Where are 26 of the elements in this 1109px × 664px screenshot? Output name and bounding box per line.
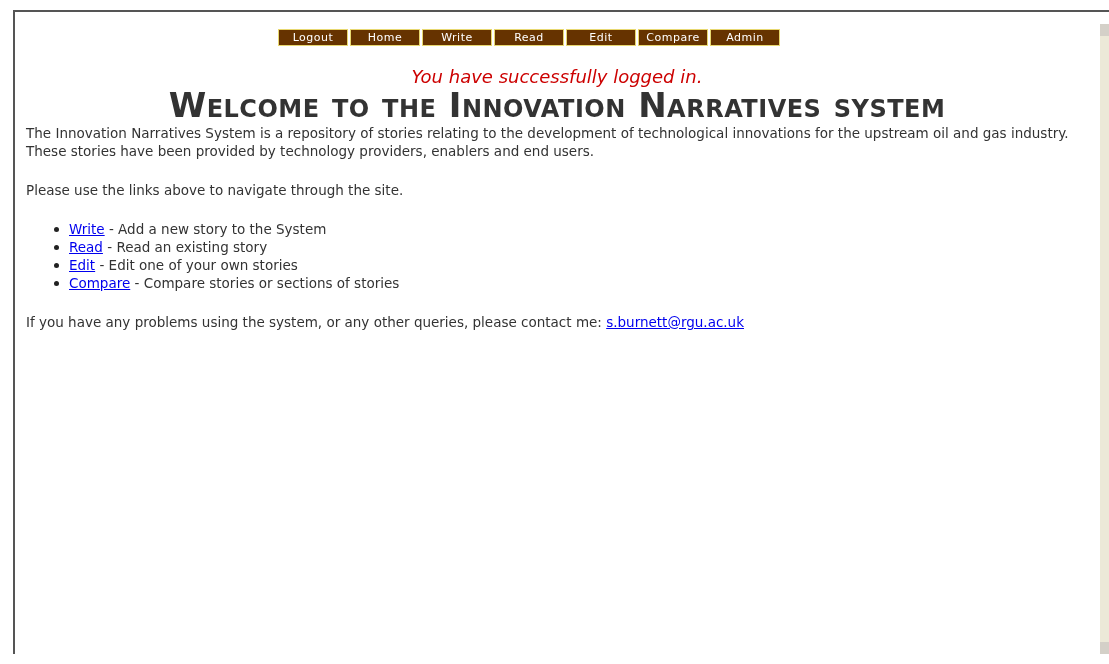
- intro-paragraph: The Innovation Narratives System is a repository of stories relating to the development of technological innovations for the upstream oil and gas industry. These stories have been provided by technology providers, enablers and end users.: [26, 124, 1070, 160]
- bullet-icon: [54, 244, 59, 250]
- instruction-text: Please use the links above to navigate through the site.: [26, 181, 405, 199]
- list-item: Write - Add a new story to the System: [69, 220, 327, 238]
- nav-button[interactable]: Admin: [710, 29, 780, 46]
- page-link[interactable]: Read: [69, 239, 103, 255]
- list-item: Edit - Edit one of your own stories: [69, 256, 298, 274]
- page-link[interactable]: Write: [69, 221, 105, 237]
- email-link[interactable]: s.burnett@rgu.ac.uk: [606, 314, 744, 330]
- nav-button[interactable]: Compare: [638, 29, 708, 46]
- bullet-icon: [54, 226, 59, 232]
- nav-button[interactable]: Logout: [278, 29, 348, 46]
- nav-button[interactable]: Read: [494, 29, 564, 46]
- scrollbar[interactable]: [1100, 24, 1109, 654]
- nav-button[interactable]: Home: [350, 29, 420, 46]
- bullet-icon: [54, 262, 59, 268]
- nav-button[interactable]: Write: [422, 29, 492, 46]
- success-message: You have successfully logged in.: [410, 68, 704, 86]
- page-link[interactable]: Edit: [69, 257, 96, 273]
- list-item: Compare - Compare stories or sections of stories: [69, 274, 400, 292]
- page-heading: Welcome to the Innovation Narratives system: [167, 86, 947, 124]
- nav-button[interactable]: Edit: [566, 29, 636, 46]
- bullet-icon: [54, 280, 59, 286]
- page-link[interactable]: Compare: [69, 275, 131, 291]
- contact-paragraph: If you have any problems using the system, or any other queries, please contact me: s.burnett@rgu.ac.uk: [26, 313, 745, 331]
- list-item: Read - Read an existing story: [69, 238, 268, 256]
